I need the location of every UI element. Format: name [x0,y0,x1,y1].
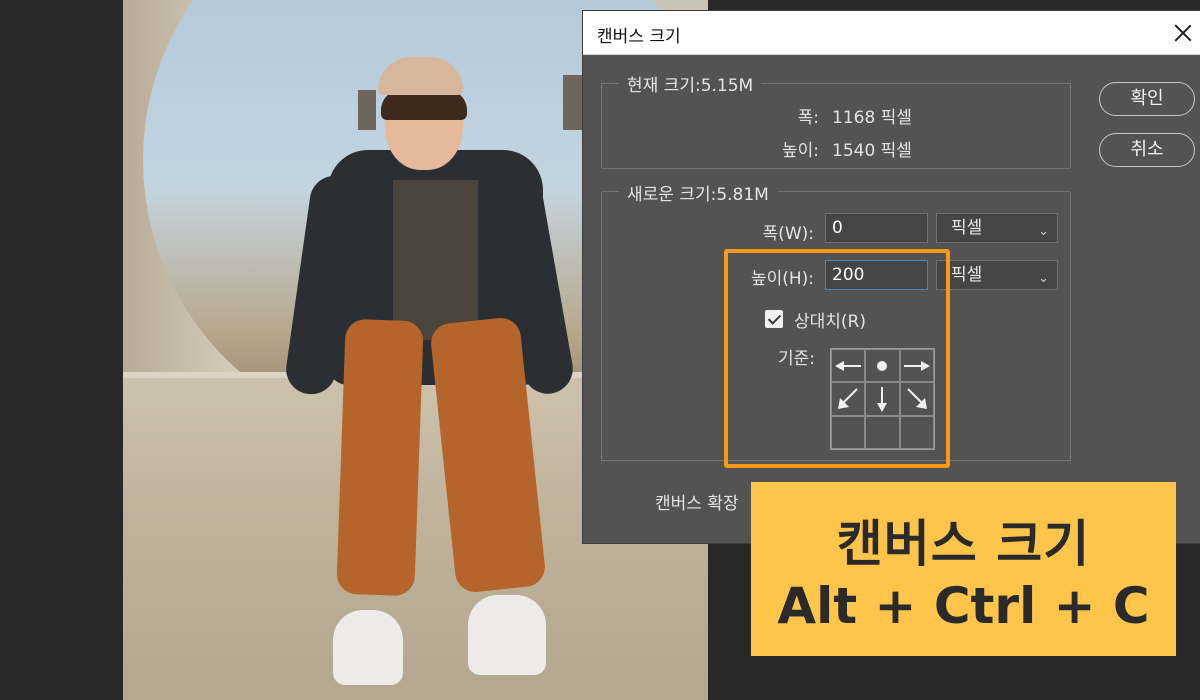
height-unit-value: 픽셀 [951,265,983,285]
person-shirt [393,180,478,340]
current-height-label: 높이: [781,141,819,161]
badge-title: 캔버스 크기 [836,515,1091,573]
person-shoe [333,610,403,685]
new-size-legend: 새로운 크기:5.81M [619,180,777,205]
building [358,90,376,130]
chevron-down-icon: ⌄ [1038,224,1049,239]
current-size-legend: 현재 크기:5.15M [619,71,762,96]
width-unit-value: 픽셀 [951,218,983,238]
dialog-title: 캔버스 크기 [597,27,681,47]
highlight-box [724,249,950,468]
current-width-value: 1168 픽셀 [832,108,912,128]
new-width-input[interactable]: 0 [825,213,928,243]
new-width-label: 폭(W): [762,224,814,244]
chevron-down-icon: ⌄ [1038,271,1049,286]
current-height-value: 1540 픽셀 [832,141,912,161]
cancel-button[interactable]: 취소 [1099,133,1195,167]
ok-button[interactable]: 확인 [1099,82,1195,116]
person-shoe [468,595,546,675]
height-unit-select[interactable]: 픽셀 ⌄ [936,260,1058,290]
shortcut-badge: 캔버스 크기 Alt + Ctrl + C [751,482,1176,656]
dialog-titlebar: 캔버스 크기 [583,11,1200,55]
current-width-label: 폭: [797,108,819,128]
width-unit-select[interactable]: 픽셀 ⌄ [936,213,1058,243]
canvas-extension-label: 캔버스 확장 [655,494,739,514]
close-icon[interactable] [1171,21,1195,45]
person-leg [336,318,424,597]
badge-shortcut: Alt + Ctrl + C [777,577,1150,635]
